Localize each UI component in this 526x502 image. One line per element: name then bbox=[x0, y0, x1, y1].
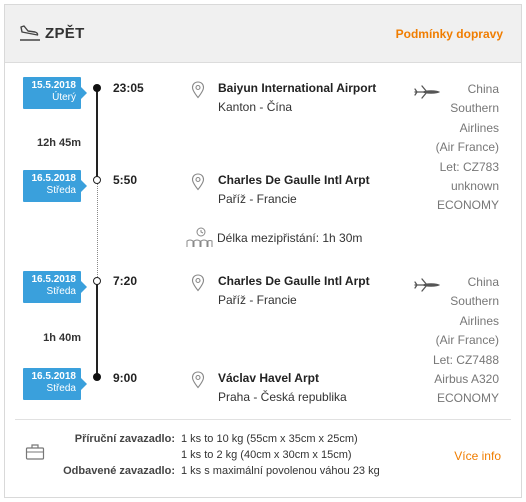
airport-name: Baiyun International Airport bbox=[218, 81, 377, 95]
timeline-layover-line bbox=[97, 183, 98, 281]
date: 15.5.2018 bbox=[31, 80, 77, 91]
timeline-dot bbox=[93, 373, 101, 381]
divider bbox=[15, 419, 511, 420]
cabin-baggage-label: Příruční zavazadlo: bbox=[74, 433, 175, 445]
carrier-line: (Air France) bbox=[435, 140, 499, 155]
timeline-line bbox=[96, 87, 98, 179]
carrier-line: Let: CZ783 bbox=[439, 159, 499, 174]
map-pin-icon bbox=[191, 173, 205, 191]
cabin-baggage-value: 1 ks to 10 kg (55cm x 35cm x 25cm) bbox=[181, 433, 358, 445]
date-badge: 15.5.2018 Úterý bbox=[23, 77, 87, 109]
weekday: Středa bbox=[46, 383, 76, 394]
carrier-line: Southern bbox=[450, 101, 499, 116]
carrier-line: Airlines bbox=[459, 313, 499, 328]
carrier-line: Southern bbox=[450, 294, 499, 309]
arrival-time: 5:50 bbox=[113, 173, 138, 187]
carrier-line: ECONOMY bbox=[436, 391, 499, 406]
carrier-info: China Southern Airlines (Air France) Let… bbox=[399, 273, 499, 409]
checked-baggage-value: 1 ks s maximální povolenou váhou 23 kg bbox=[181, 465, 380, 477]
date: 16.5.2018 bbox=[31, 274, 77, 285]
carrier-line: Airlines bbox=[459, 120, 499, 135]
timeline-dot bbox=[93, 84, 101, 92]
carrier-line: China bbox=[467, 275, 499, 289]
map-pin-icon bbox=[191, 274, 205, 292]
checked-baggage-label: Odbavené zavazadlo: bbox=[63, 465, 175, 477]
departure-time: 23:05 bbox=[113, 81, 144, 95]
page-title: ZPĚT bbox=[45, 25, 85, 42]
date-badge: 16.5.2018 Středa bbox=[23, 271, 87, 303]
carrier-line: China bbox=[467, 82, 499, 96]
airport-name: Václav Havel Arpt bbox=[218, 371, 319, 385]
carrier-line: Airbus A320 bbox=[434, 372, 499, 387]
date: 16.5.2018 bbox=[31, 371, 77, 382]
conditions-link[interactable]: Podmínky dopravy bbox=[396, 27, 503, 41]
flight-detail-card: ZPĚT Podmínky dopravy 15.5.2018 Úterý 23… bbox=[4, 4, 522, 498]
airport-name: Charles De Gaulle Intl Arpt bbox=[218, 274, 370, 288]
date: 16.5.2018 bbox=[31, 173, 77, 184]
arrival-time: 9:00 bbox=[113, 371, 138, 385]
departure-time: 7:20 bbox=[113, 274, 138, 288]
city-name: Paříž - Francie bbox=[218, 293, 297, 307]
timeline-dot bbox=[93, 176, 101, 184]
layover-duration: Délka mezipřistání: 1h 30m bbox=[217, 231, 363, 245]
airport-name: Charles De Gaulle Intl Arpt bbox=[218, 173, 370, 187]
city-name: Praha - Česká republika bbox=[218, 390, 347, 404]
flight-duration: 12h 45m bbox=[36, 137, 81, 149]
timeline-line bbox=[96, 283, 98, 377]
date-badge: 16.5.2018 Středa bbox=[23, 368, 87, 400]
timeline-dot bbox=[93, 277, 101, 285]
map-pin-icon bbox=[191, 81, 205, 99]
cabin-baggage-value: 1 ks to 2 kg (40cm x 30cm x 15cm) bbox=[181, 449, 352, 461]
return-header: ZPĚT Podmínky dopravy bbox=[5, 5, 521, 63]
map-pin-icon bbox=[191, 371, 205, 389]
carrier-line: ECONOMY bbox=[436, 198, 499, 213]
city-name: Kanton - Čína bbox=[218, 100, 293, 114]
plane-landing-icon bbox=[20, 25, 40, 41]
weekday: Středa bbox=[46, 185, 76, 196]
suitcase-icon bbox=[25, 444, 45, 460]
weekday: Středa bbox=[46, 286, 76, 297]
carrier-line: Let: CZ7488 bbox=[432, 352, 499, 367]
city-name: Paříž - Francie bbox=[218, 192, 297, 206]
flight-duration: 1h 40m bbox=[43, 332, 81, 344]
weekday: Úterý bbox=[52, 92, 76, 103]
carrier-info: China Southern Airlines (Air France) Let… bbox=[399, 80, 499, 216]
waiting-room-icon bbox=[186, 227, 213, 247]
carrier-line: unknown bbox=[450, 179, 499, 194]
date-badge: 16.5.2018 Středa bbox=[23, 170, 87, 202]
carrier-line: (Air France) bbox=[435, 333, 499, 348]
more-info-link[interactable]: Více info bbox=[454, 449, 501, 463]
